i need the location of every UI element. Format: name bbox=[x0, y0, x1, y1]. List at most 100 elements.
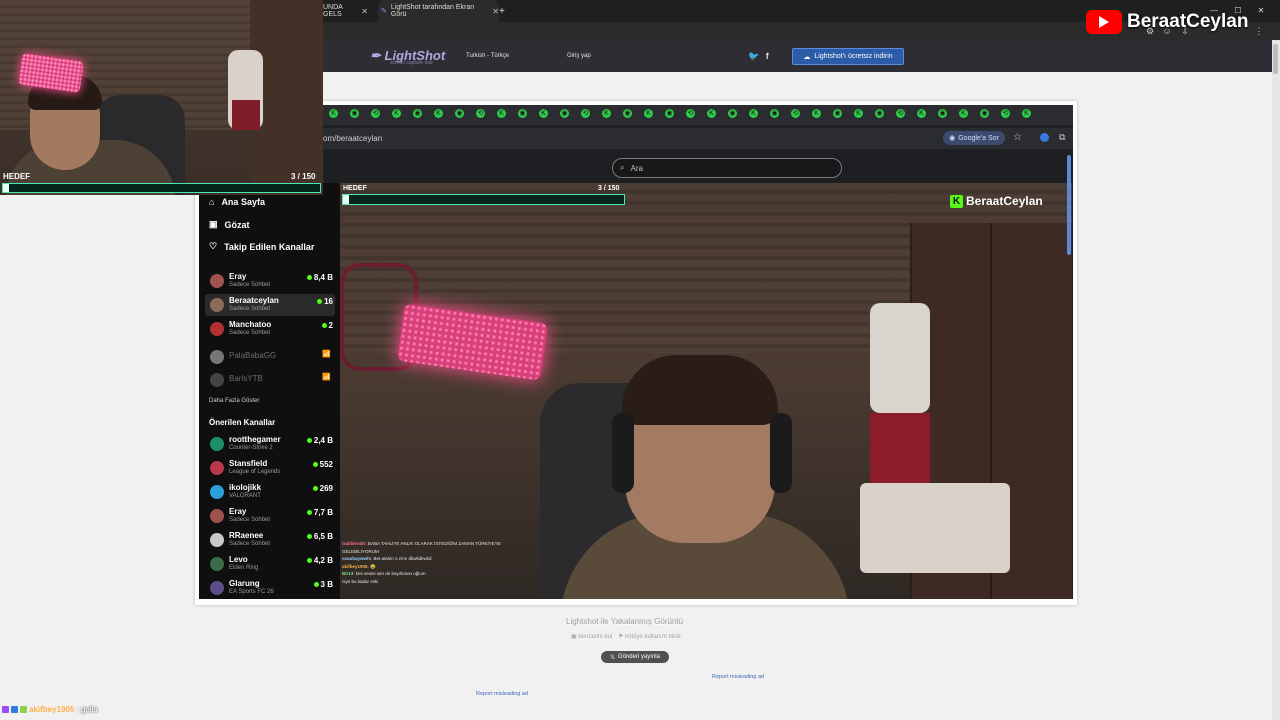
bookmark-icon: K bbox=[1022, 109, 1031, 118]
star-icon: ☆ bbox=[1013, 132, 1022, 143]
report-abuse-link[interactable]: ⚑ kötüye kullanım bildir bbox=[618, 634, 681, 640]
nav-label: Takip Edilen Kanallar bbox=[224, 241, 315, 252]
viewer-count-value: 8,4 B bbox=[313, 273, 333, 282]
caption-actions: ▣ benzerini bul ⚑ kötüye kullanım bildir bbox=[571, 633, 681, 640]
jersey-pants bbox=[870, 413, 930, 493]
page-scrollbar[interactable] bbox=[1272, 40, 1280, 720]
nav-label: Gözat bbox=[224, 219, 250, 230]
login-link[interactable]: Giriş yap bbox=[567, 53, 591, 59]
bookmark-icon: ⟲ bbox=[371, 109, 380, 118]
nav-followed: ♡ Takip Edilen Kanallar bbox=[209, 241, 314, 252]
bookmark-icon: K bbox=[749, 109, 758, 118]
viewer-count: 2 bbox=[321, 321, 333, 330]
report-ad-link-left[interactable]: Report misleading ad bbox=[476, 691, 528, 697]
scrollbar-thumb[interactable] bbox=[1273, 44, 1278, 74]
chat-text: GELEBİLİYORUM bbox=[342, 548, 379, 554]
viewer-count-value: 7,7 B bbox=[313, 508, 333, 517]
tab-lightshot[interactable]: ✎ LightShot tarafından Ekran Görü ✕ bbox=[378, 0, 499, 22]
viewer-count-value: 3 B bbox=[320, 580, 333, 589]
bookmark-icon: ◉ bbox=[770, 109, 779, 118]
download-button[interactable]: ☁ Lightshot'ı ücretsiz indirin bbox=[792, 48, 904, 65]
offline-channel: BarisYTB 📶 bbox=[205, 369, 335, 391]
jersey-figure bbox=[870, 303, 930, 413]
new-tab-button[interactable]: + bbox=[499, 0, 509, 22]
close-window-icon[interactable]: ✕ bbox=[1258, 6, 1265, 15]
viewer-count: 3 B bbox=[313, 580, 333, 589]
menu-icon[interactable]: ⋮ bbox=[1254, 26, 1264, 36]
followed-channel: Eray Sadece Sohbet 8,4 B bbox=[205, 270, 335, 292]
youtube-brand: BeraatCeylan bbox=[1086, 10, 1248, 34]
headphone-left bbox=[612, 413, 634, 493]
badge-icon bbox=[11, 706, 18, 713]
channel-name: Glarung bbox=[229, 579, 260, 588]
bookmark-icon: ⟲ bbox=[581, 109, 590, 118]
bookmark-icon: K bbox=[707, 109, 716, 118]
feather-icon: ✎ bbox=[381, 8, 387, 15]
bookmark-icon: ◉ bbox=[665, 109, 674, 118]
inner-url: om/beraatceylan bbox=[323, 134, 383, 143]
recommended-channel: rootthegamer Counter-Strike 2 2,4 B bbox=[205, 433, 335, 455]
close-icon[interactable]: ✕ bbox=[361, 7, 368, 16]
followed-channel: Beraatceylan Sadece Sohbet 16 bbox=[205, 294, 335, 316]
facebook-icon[interactable]: f bbox=[766, 51, 769, 61]
badge-icon bbox=[2, 706, 9, 713]
chat-text: niye bu kadar zeki bbox=[342, 578, 379, 584]
post-label: Gönderi yayınla bbox=[617, 654, 660, 660]
post-on-x-button[interactable]: 𝕏 Gönderi yayınla bbox=[601, 651, 669, 663]
tab-previous[interactable]: UNDA GELS ✕ bbox=[323, 0, 368, 22]
tab-label: UNDA GELS bbox=[323, 4, 343, 18]
heart-icon: ♡ bbox=[209, 241, 218, 251]
chat-message: Galiblendir: BABA TAHLİYE ANLIK OLARAK İ… bbox=[342, 540, 542, 548]
bookmark-icon: K bbox=[959, 109, 968, 118]
channel-name: Beraatceylan bbox=[229, 296, 279, 305]
find-similar-link[interactable]: ▣ benzerini bul bbox=[571, 634, 612, 640]
report-ad-link-right[interactable]: Report misleading ad bbox=[712, 674, 764, 680]
avatar bbox=[210, 533, 224, 547]
close-icon[interactable]: ✕ bbox=[492, 7, 499, 16]
viewer-count-value: 6,5 B bbox=[313, 532, 333, 541]
viewer-count-value: 2,4 B bbox=[313, 436, 333, 445]
jersey-pants bbox=[232, 100, 260, 130]
channel-category: Sadece Sohbet bbox=[229, 541, 271, 547]
channel-category: VALORANT bbox=[229, 493, 261, 499]
bookmark-icon: K bbox=[602, 109, 611, 118]
live-dot-icon bbox=[312, 486, 318, 491]
download-label: Lightshot'ı ücretsiz indirin bbox=[814, 53, 893, 60]
browse-icon: ▣ bbox=[209, 219, 218, 229]
channel-category: League of Legends bbox=[229, 469, 281, 475]
channel-name: rootthegamer bbox=[229, 435, 281, 444]
viewer-count: 7,7 B bbox=[306, 508, 333, 517]
x-logo-icon: 𝕏 bbox=[610, 654, 615, 661]
channel-name: Stansfield bbox=[229, 459, 268, 468]
recommended-title: Önerilen Kanallar bbox=[209, 418, 276, 427]
bookmark-icon: ◉ bbox=[455, 109, 464, 118]
brand-text: BeraatCeylan bbox=[1127, 11, 1249, 32]
show-more-link: Daha Fazla Göster bbox=[209, 398, 260, 404]
avatar bbox=[210, 350, 224, 364]
channel-category: Sadece Sohbet bbox=[229, 517, 271, 523]
bookmark-icon: K bbox=[917, 109, 926, 118]
avatar bbox=[210, 322, 224, 336]
avatar bbox=[210, 373, 224, 387]
bookmark-icon: ⟲ bbox=[686, 109, 695, 118]
cloud-icon: ☁ bbox=[803, 53, 811, 61]
live-dot-icon bbox=[306, 438, 312, 443]
channel-category: Sadece Sohbet bbox=[229, 306, 271, 312]
bookmark-icon: ⟲ bbox=[1001, 109, 1010, 118]
twitter-icon[interactable]: 🐦 bbox=[748, 51, 759, 61]
webcam-goal-value: 3 / 150 bbox=[291, 172, 316, 181]
chat-message: akifbey1905: 😂 bbox=[342, 563, 542, 571]
webcam-goal-fill bbox=[3, 184, 10, 192]
nav-home: ⌂ Ana Sayfa bbox=[209, 197, 265, 207]
bookmark-icon: K bbox=[392, 109, 401, 118]
chat-user: Bir13 bbox=[342, 571, 354, 576]
recommended-channel: ikolojikk VALORANT 269 bbox=[205, 481, 335, 503]
live-dot-icon bbox=[306, 510, 312, 515]
language-selector[interactable]: Turkish - Türkçe bbox=[466, 53, 509, 59]
bookmark-icon: ◉ bbox=[413, 109, 422, 118]
search-icon: ⌕ bbox=[620, 163, 625, 172]
avatar bbox=[210, 485, 224, 499]
stream-video bbox=[340, 183, 1072, 599]
stream-chat: Galiblendir: BABA TAHLİYE ANLIK OLARAK İ… bbox=[342, 540, 542, 585]
avatar bbox=[210, 437, 224, 451]
